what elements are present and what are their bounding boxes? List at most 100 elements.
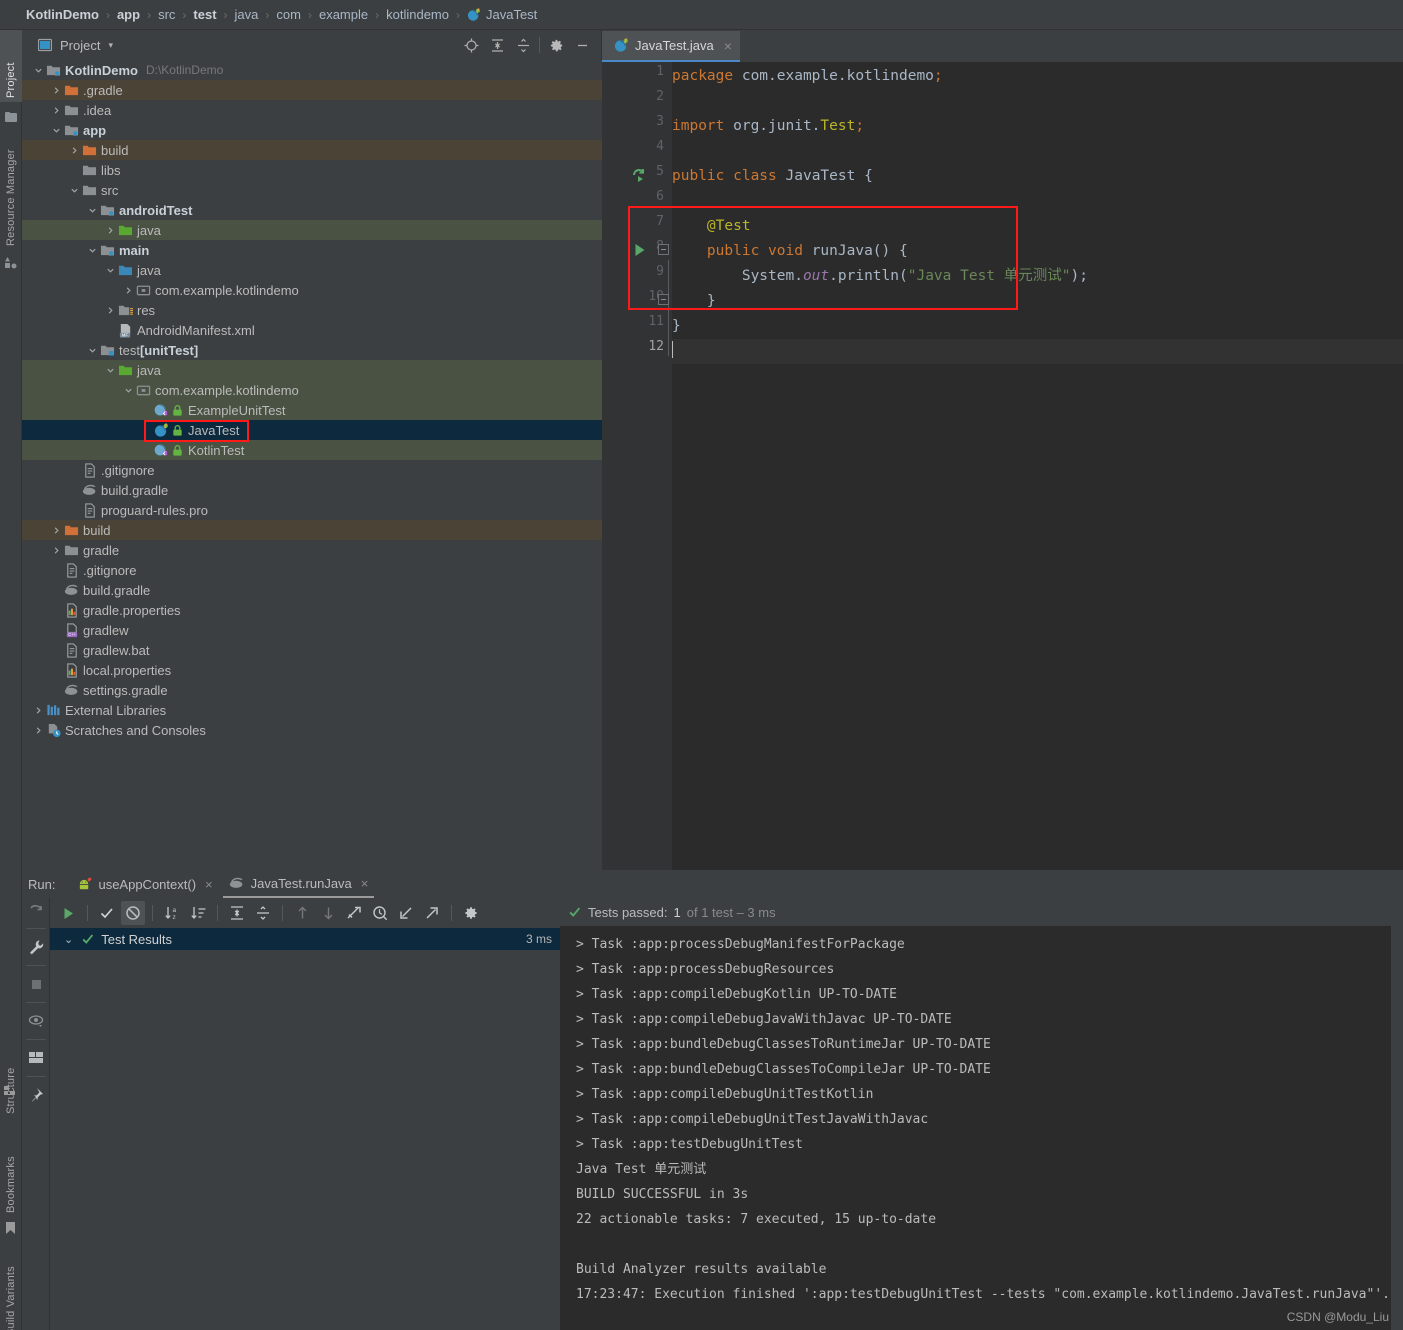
gear-icon[interactable] — [459, 901, 483, 925]
tree-row[interactable]: local.properties — [22, 660, 602, 680]
breadcrumb-item-src[interactable]: src — [158, 7, 175, 22]
tree-row[interactable]: app — [22, 120, 602, 140]
sidebar-item-project[interactable]: Project — [0, 30, 22, 102]
tree-row[interactable]: ExampleUnitTest — [22, 400, 602, 420]
fold-mark-open[interactable] — [658, 244, 669, 255]
run-tab-useappcontext[interactable]: useAppContext() × — [71, 871, 218, 898]
breadcrumb-item-javatest[interactable]: JavaTest — [467, 7, 537, 22]
tree-row[interactable]: java — [22, 220, 602, 240]
tree-row[interactable]: main — [22, 240, 602, 260]
pin-icon[interactable] — [22, 1079, 50, 1111]
rerun-failed-icon[interactable] — [342, 901, 366, 925]
chevron-down-icon[interactable] — [86, 346, 99, 355]
minimize-icon[interactable] — [569, 32, 595, 58]
code-line[interactable]: System.out.println("Java Test 单元测试"); — [672, 264, 1088, 289]
next-icon[interactable] — [316, 901, 340, 925]
tree-row[interactable]: settings.gradle — [22, 680, 602, 700]
sort-alphabetically-icon[interactable]: az — [160, 901, 184, 925]
chevron-down-icon[interactable]: ⌄ — [64, 933, 73, 946]
sidebar-item-structure[interactable]: Structure — [0, 1040, 22, 1118]
tree-row[interactable]: gradle — [22, 540, 602, 560]
test-results-row[interactable]: ⌄ Test Results 3 ms — [50, 928, 560, 950]
tree-row[interactable]: External Libraries — [22, 700, 602, 720]
chevron-down-icon[interactable] — [32, 66, 45, 75]
tab-javatest-java[interactable]: JavaTest.java × — [602, 31, 740, 62]
code-line[interactable]: package com.example.kotlindemo; — [672, 64, 943, 89]
tree-row[interactable]: KotlinTest — [22, 440, 602, 460]
tree-row[interactable]: proguard-rules.pro — [22, 500, 602, 520]
sidebar-item-resource-manager[interactable]: Resource Manager — [0, 130, 22, 250]
tree-row[interactable]: build — [22, 140, 602, 160]
chevron-right-icon[interactable] — [104, 306, 117, 315]
eye-icon[interactable] — [22, 1005, 50, 1037]
code-line[interactable]: public class JavaTest { — [672, 164, 873, 189]
breadcrumb-item-test[interactable]: test — [193, 7, 216, 22]
tree-row[interactable]: build — [22, 520, 602, 540]
tree-row[interactable]: libs — [22, 160, 602, 180]
chevron-right-icon[interactable] — [68, 146, 81, 155]
expand-all-icon[interactable] — [484, 32, 510, 58]
tree-row[interactable]: MF AndroidManifest.xml — [22, 320, 602, 340]
chevron-right-icon[interactable] — [104, 226, 117, 235]
close-icon[interactable]: × — [361, 876, 369, 891]
tree-row[interactable]: C++ gradlew — [22, 620, 602, 640]
chevron-down-icon[interactable]: ▾ — [108, 40, 113, 51]
collapse-all-icon[interactable] — [251, 901, 275, 925]
show-ignored-icon[interactable] — [121, 901, 145, 925]
run-class-icon[interactable] — [632, 167, 648, 183]
code-editor[interactable]: 123456789101112 package com.example.kotl… — [602, 62, 1403, 870]
stop-icon[interactable] — [22, 968, 50, 1000]
run-method-icon[interactable] — [632, 242, 648, 258]
tree-row[interactable]: gradle.properties — [22, 600, 602, 620]
chevron-right-icon[interactable] — [50, 546, 63, 555]
chevron-down-icon[interactable] — [86, 246, 99, 255]
chevron-right-icon[interactable] — [50, 86, 63, 95]
breadcrumb-item-java[interactable]: java — [235, 7, 259, 22]
tree-row[interactable]: test [unitTest] — [22, 340, 602, 360]
settings-wrench-icon[interactable] — [22, 931, 50, 963]
tree-row[interactable]: KotlinDemo D:\KotlinDemo — [22, 60, 602, 80]
rerun-icon[interactable] — [22, 898, 50, 926]
code-line[interactable] — [672, 339, 1403, 364]
tree-row[interactable]: JavaTest — [22, 420, 602, 440]
breadcrumb-item-com[interactable]: com — [276, 7, 301, 22]
project-tree[interactable]: KotlinDemo D:\KotlinDemo .gradle .idea app bu… — [22, 60, 602, 870]
chevron-down-icon[interactable] — [50, 126, 63, 135]
history-icon[interactable] — [368, 901, 392, 925]
code-line[interactable]: @Test — [672, 214, 751, 239]
breadcrumb-item-app[interactable]: app — [117, 7, 140, 22]
show-passed-icon[interactable] — [95, 901, 119, 925]
rerun-icon[interactable] — [56, 901, 80, 925]
chevron-down-icon[interactable] — [104, 366, 117, 375]
tree-row[interactable]: gradlew.bat — [22, 640, 602, 660]
chevron-down-icon[interactable] — [104, 266, 117, 275]
tree-row[interactable]: res — [22, 300, 602, 320]
layout-icon[interactable] — [22, 1042, 50, 1074]
breadcrumb-item-kotlindemo[interactable]: KotlinDemo — [26, 7, 99, 22]
chevron-right-icon[interactable] — [122, 286, 135, 295]
tree-row[interactable]: .gitignore — [22, 560, 602, 580]
run-tab-javatest-runjava[interactable]: JavaTest.runJava × — [222, 871, 375, 898]
tree-row[interactable]: build.gradle — [22, 480, 602, 500]
sort-by-duration-icon[interactable] — [186, 901, 210, 925]
code-line[interactable]: } — [672, 289, 716, 314]
tree-row[interactable]: .gradle — [22, 80, 602, 100]
locate-icon[interactable] — [458, 32, 484, 58]
tree-row[interactable]: Scratches and Consoles — [22, 720, 602, 740]
chevron-right-icon[interactable] — [50, 526, 63, 535]
export-results-icon[interactable] — [420, 901, 444, 925]
code-line[interactable]: public void runJava() { — [672, 239, 908, 264]
build-console[interactable]: > Task :app:processDebugManifestForPacka… — [560, 926, 1403, 1330]
chevron-right-icon[interactable] — [50, 106, 63, 115]
chevron-down-icon[interactable] — [86, 206, 99, 215]
fold-mark-close[interactable] — [658, 294, 669, 305]
chevron-down-icon[interactable] — [68, 186, 81, 195]
collapse-all-icon[interactable] — [510, 32, 536, 58]
chevron-right-icon[interactable] — [32, 706, 45, 715]
tree-row[interactable]: .idea — [22, 100, 602, 120]
tree-row[interactable]: src — [22, 180, 602, 200]
chevron-right-icon[interactable] — [32, 726, 45, 735]
tree-row[interactable]: build.gradle — [22, 580, 602, 600]
tree-row[interactable]: .gitignore — [22, 460, 602, 480]
test-results-tree[interactable]: ⌄ Test Results 3 ms — [50, 928, 560, 1330]
